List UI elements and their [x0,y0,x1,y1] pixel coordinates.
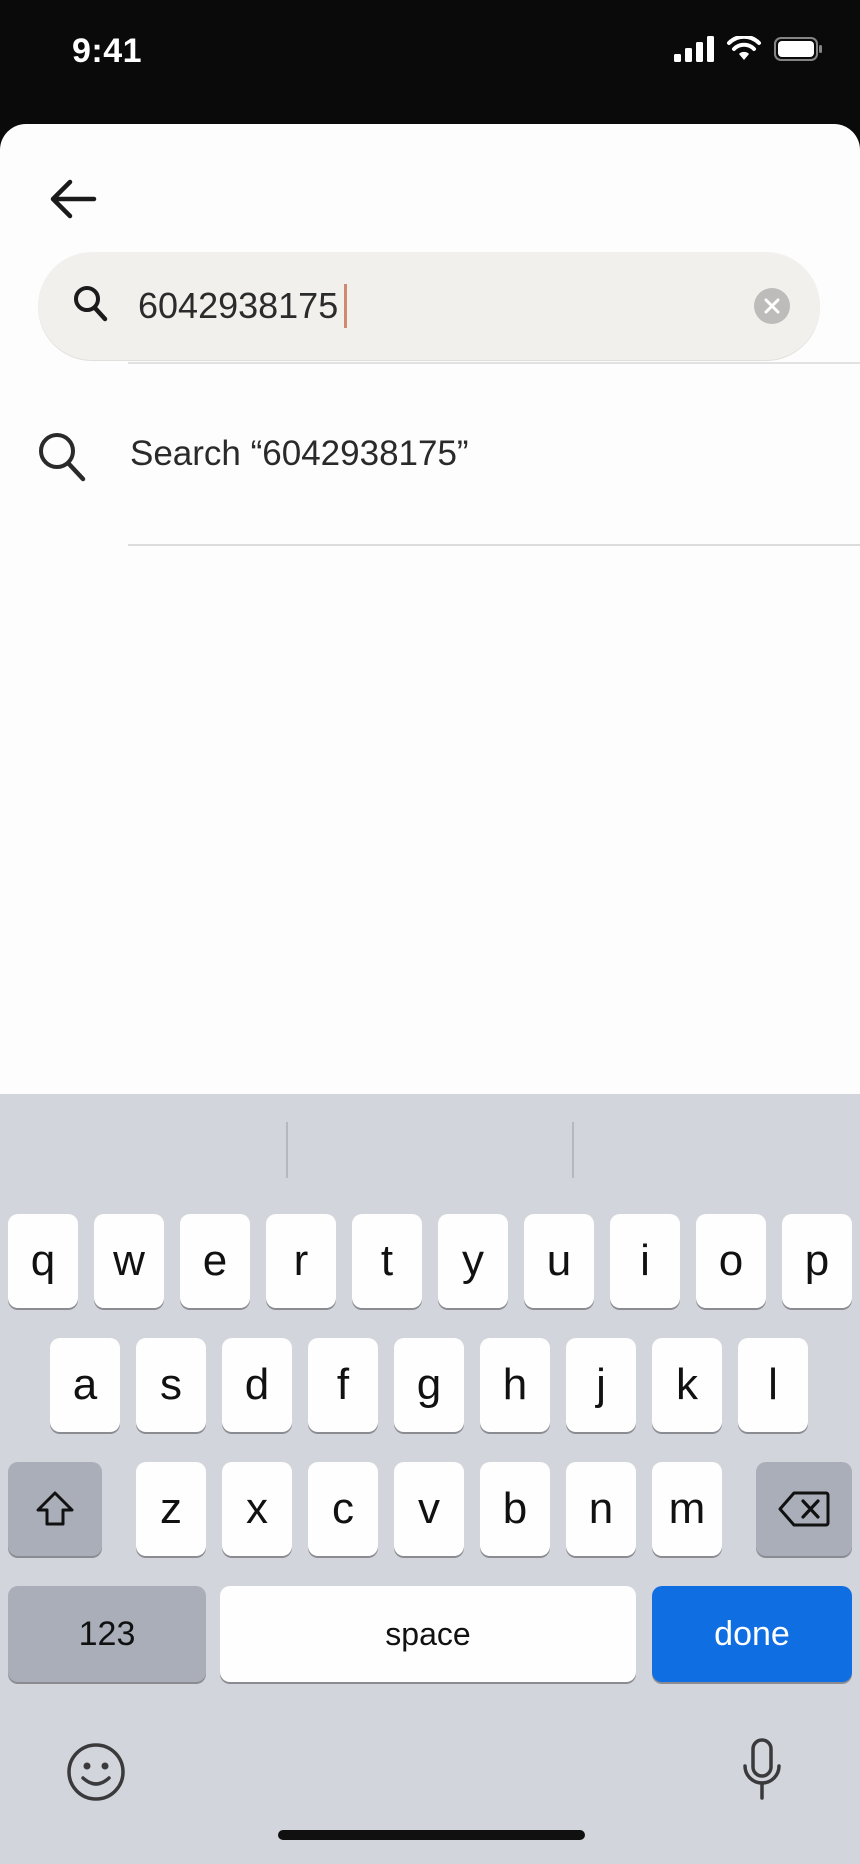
key-v[interactable]: v [394,1462,464,1556]
keyboard: q w e r t y u i o p a s d f g h j k l z … [0,1094,860,1864]
microphone-icon[interactable] [740,1738,784,1802]
key-t[interactable]: t [352,1214,422,1308]
search-icon [74,286,108,322]
status-time: 9:41 [72,32,143,70]
search-query: 6042938175 [138,285,339,326]
key-w[interactable]: w [94,1214,164,1308]
emoji-icon[interactable] [66,1742,126,1802]
search-input[interactable]: 6042938175 [138,280,348,332]
wifi-icon [727,36,761,60]
key-m[interactable]: m [652,1462,722,1556]
search-sheet: 6042938175 Search “6042938175” [0,124,860,1094]
clear-button[interactable] [754,288,790,324]
key-c[interactable]: c [308,1462,378,1556]
key-e[interactable]: e [180,1214,250,1308]
key-k[interactable]: k [652,1338,722,1432]
battery-icon [774,37,822,61]
back-button[interactable] [38,164,108,234]
key-f[interactable]: f [308,1338,378,1432]
key-j[interactable]: j [566,1338,636,1432]
prediction-separator [286,1122,288,1178]
key-i[interactable]: i [610,1214,680,1308]
key-h[interactable]: h [480,1338,550,1432]
key-s[interactable]: s [136,1338,206,1432]
shift-icon [36,1491,74,1526]
key-q[interactable]: q [8,1214,78,1308]
key-d[interactable]: d [222,1338,292,1432]
key-u[interactable]: u [524,1214,594,1308]
backspace-icon [778,1491,830,1527]
status-bar: 9:41 [0,0,860,124]
key-r[interactable]: r [266,1214,336,1308]
key-z[interactable]: z [136,1462,206,1556]
key-n[interactable]: n [566,1462,636,1556]
search-bar[interactable]: 6042938175 [38,252,820,360]
home-indicator [278,1830,585,1840]
key-a[interactable]: a [50,1338,120,1432]
key-b[interactable]: b [480,1462,550,1556]
divider [128,544,860,546]
key-g[interactable]: g [394,1338,464,1432]
clear-icon [764,298,780,314]
key-o[interactable]: o [696,1214,766,1308]
suggestion-label: Search “6042938175” [130,434,469,473]
done-key[interactable]: done [652,1586,852,1682]
key-y[interactable]: y [438,1214,508,1308]
space-key[interactable]: space [220,1586,636,1682]
numbers-key[interactable]: 123 [8,1586,206,1682]
signal-icon [674,36,714,62]
search-icon [39,433,86,482]
arrow-left-icon [50,179,97,219]
status-icons [674,36,824,62]
prediction-separator [572,1122,574,1178]
key-x[interactable]: x [222,1462,292,1556]
delete-key[interactable] [756,1462,852,1556]
shift-key[interactable] [8,1462,102,1556]
key-l[interactable]: l [738,1338,808,1432]
text-caret [344,284,348,328]
search-suggestion-row[interactable]: Search “6042938175” [0,364,860,548]
key-p[interactable]: p [782,1214,852,1308]
